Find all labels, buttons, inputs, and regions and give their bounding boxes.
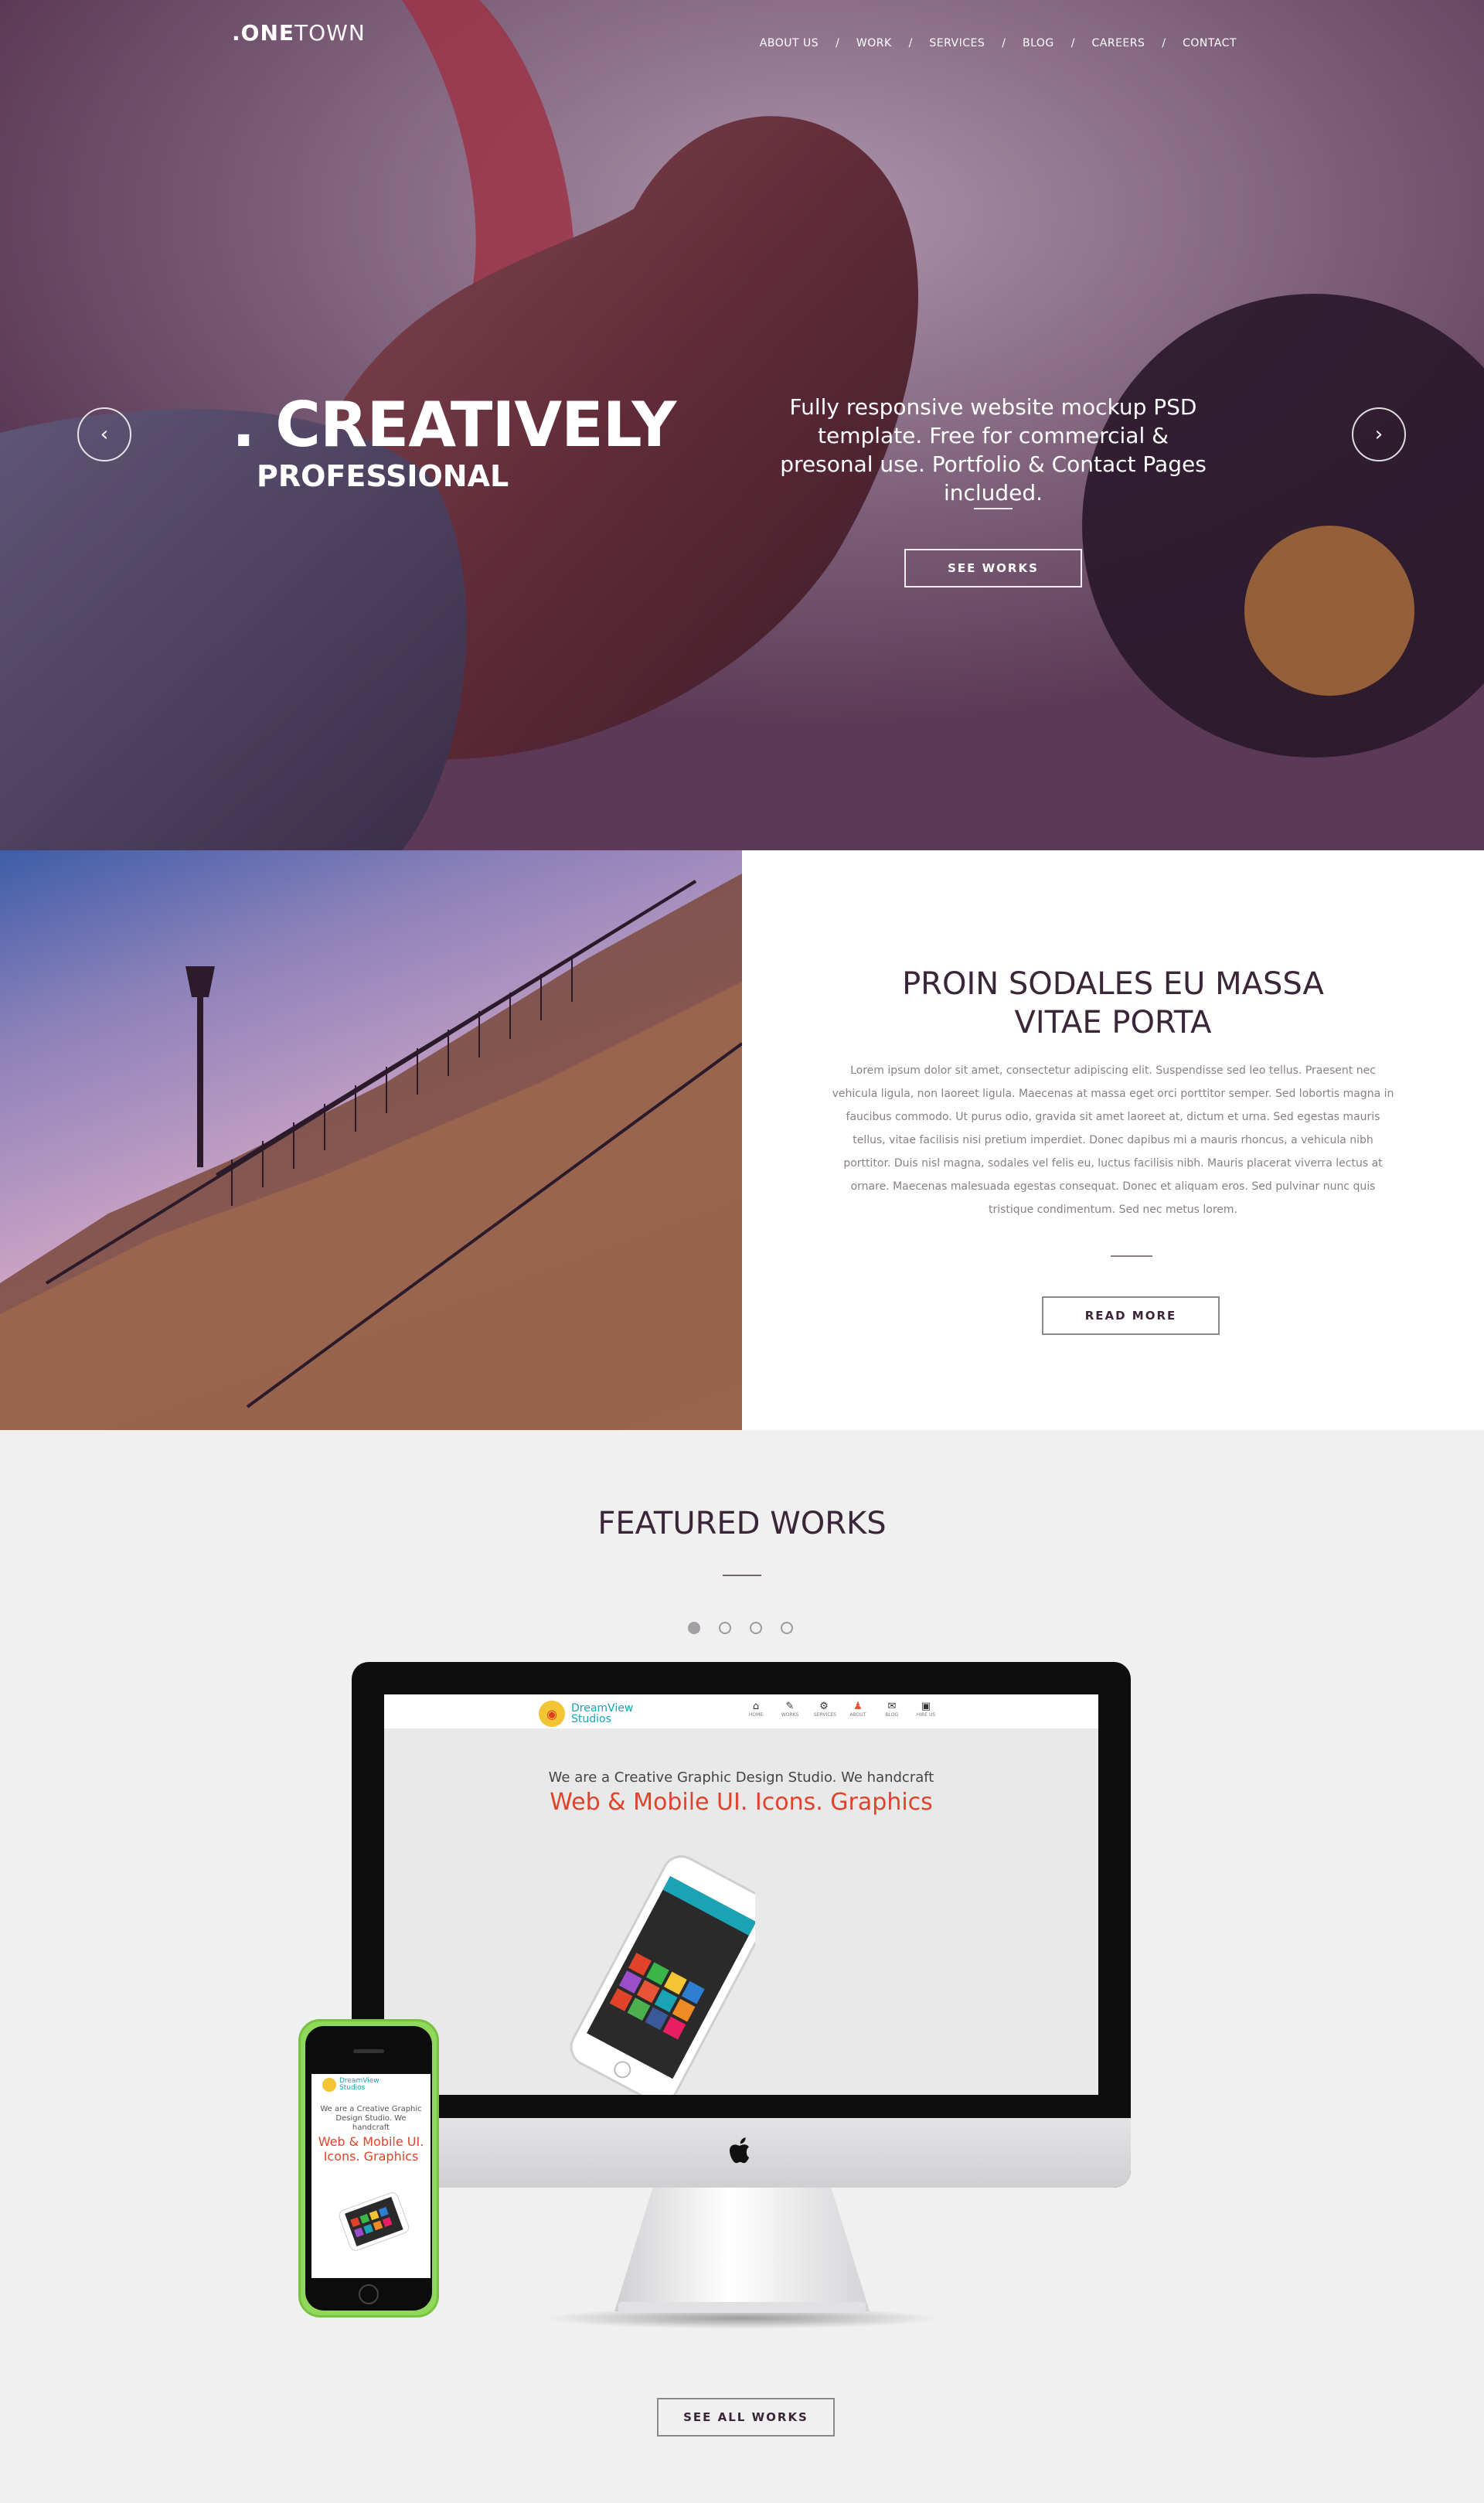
slider-dot-1[interactable] — [688, 1622, 700, 1634]
about-image — [0, 850, 742, 1430]
nav-services[interactable]: SERVICES — [929, 37, 985, 49]
mockup-nav-hire: ▣ HIRE US — [916, 1701, 936, 1718]
nav-separator: / — [1162, 37, 1166, 49]
mockup-brand-line-2: Studios — [571, 1713, 611, 1725]
mockup-intro-text: We are a Creative Graphic Design Studio.… — [548, 1769, 934, 1786]
iphone-header: DreamView Studios — [311, 2074, 431, 2096]
person-icon: ♟ — [853, 1701, 863, 1712]
about-body: Lorem ipsum dolor sit amet, consectetur … — [832, 1064, 1394, 1216]
nav-work[interactable]: WORK — [856, 37, 892, 49]
mockup-nav-works: ✎ WORKS — [780, 1701, 800, 1718]
mockup-nav: ⌂ HOME ✎ WORKS ⚙ SERVICES ♟ ABOUT ✉ BLOG ▣ HIR… — [746, 1701, 936, 1718]
nav-separator: / — [1002, 37, 1006, 49]
mockup-nav-label: BLOG — [885, 1712, 899, 1718]
read-more-button[interactable]: READ MORE — [1042, 1296, 1220, 1335]
mockup-nav-label: ABOUT — [849, 1712, 866, 1718]
nav-contact[interactable]: CONTACT — [1183, 37, 1237, 49]
mockup-nav-about: ♟ ABOUT — [848, 1701, 868, 1718]
hero-subtitle: PROFESSIONAL — [257, 459, 509, 493]
nav-separator: / — [908, 37, 913, 49]
slider-prev-button[interactable]: ‹ — [77, 407, 131, 461]
imac-screen: ◉ DreamView Studios ⌂ HOME ✎ WORKS ⚙ SERVIC… — [384, 1694, 1098, 2095]
see-all-works-button[interactable]: SEE ALL WORKS — [657, 2398, 835, 2437]
nav-separator: / — [836, 37, 839, 49]
imac-stand — [614, 2188, 870, 2311]
hero-section: .ONETOWN ABOUT US / WORK / SERVICES / BL… — [0, 0, 1484, 850]
iphone-brand-line-2: Studios — [339, 2084, 366, 2092]
staircase-illustration — [0, 873, 742, 1430]
about-title-line-1: PROIN SODALES EU MASSA — [902, 966, 1324, 1002]
logo-dot: . — [232, 20, 241, 46]
site-logo[interactable]: .ONETOWN — [232, 20, 366, 46]
mockup-nav-label: WORKS — [781, 1712, 799, 1718]
dreamview-logo-icon — [322, 2078, 336, 2092]
mockup-header: ◉ DreamView Studios ⌂ HOME ✎ WORKS ⚙ SERVIC… — [384, 1694, 1098, 1728]
mockup-nav-services: ⚙ SERVICES — [814, 1701, 837, 1718]
iphone-mockup: DreamView Studios We are a Creative Grap… — [298, 2019, 439, 2317]
logo-thin-text: TOWN — [294, 20, 366, 46]
imac-mockup: ◉ DreamView Studios ⌂ HOME ✎ WORKS ⚙ SERVIC… — [352, 1662, 1131, 2188]
mockup-brand-name: DreamView Studios — [571, 1703, 633, 1725]
mockup-nav-home: ⌂ HOME — [746, 1701, 766, 1718]
slider-dot-4[interactable] — [781, 1622, 793, 1634]
iphone-screen: DreamView Studios We are a Creative Grap… — [311, 2074, 431, 2278]
pencil-icon: ✎ — [785, 1701, 795, 1712]
iphone-headline: Web & Mobile UI. Icons. Graphics — [318, 2134, 424, 2164]
iphone-speaker — [353, 2049, 384, 2053]
slider-dot-2[interactable] — [719, 1622, 731, 1634]
slider-dots — [688, 1622, 793, 1634]
mockup-brand: ◉ DreamView Studios — [539, 1701, 633, 1727]
see-works-button[interactable]: SEE WORKS — [904, 549, 1082, 587]
nav-careers[interactable]: CAREERS — [1092, 37, 1145, 49]
dreamview-logo-icon: ◉ — [539, 1701, 565, 1727]
chevron-right-icon: › — [1374, 423, 1384, 446]
chat-icon: ✉ — [887, 1701, 897, 1712]
briefcase-icon: ▣ — [921, 1701, 931, 1712]
slider-next-button[interactable]: › — [1352, 407, 1406, 461]
hero-title: . CREATIVELY — [232, 389, 676, 461]
main-nav: ABOUT US / WORK / SERVICES / BLOG / CARE… — [760, 37, 1237, 49]
iphone-intro-text: We are a Creative Graphic Design Studio.… — [320, 2105, 422, 2132]
apple-logo-icon — [730, 2137, 750, 2164]
nav-separator: / — [1070, 37, 1075, 49]
logo-bold-text: ONE — [240, 20, 295, 46]
gear-icon: ⚙ — [819, 1701, 829, 1712]
about-title: PROIN SODALES EU MASSA VITAE PORTA — [742, 965, 1484, 1042]
iphone-brand: DreamView Studios — [339, 2078, 380, 2092]
hero-headline: . CREATIVELY PROFESSIONAL — [232, 389, 676, 493]
featured-divider — [723, 1575, 761, 1576]
chevron-left-icon: ‹ — [100, 423, 109, 446]
home-icon: ⌂ — [752, 1701, 760, 1712]
about-divider — [1111, 1255, 1152, 1257]
mockup-nav-label: HIRE US — [916, 1712, 936, 1718]
hero-tagline: Fully responsive website mockup PSD temp… — [780, 394, 1207, 506]
about-title-line-2: VITAE PORTA — [1014, 1005, 1212, 1040]
about-content: PROIN SODALES EU MASSA VITAE PORTA Lorem… — [742, 850, 1484, 1430]
mockup-headline: Web & Mobile UI. Icons. Graphics — [550, 1789, 933, 1816]
hero-divider — [974, 508, 1013, 509]
iphone-home-button — [359, 2284, 379, 2304]
slider-dot-3[interactable] — [750, 1622, 762, 1634]
imac-stand-base — [618, 2302, 866, 2313]
featured-title: FEATURED WORKS — [597, 1506, 887, 1541]
mockup-nav-blog: ✉ BLOG — [882, 1701, 902, 1718]
mini-phone-illustration — [339, 2192, 410, 2251]
mockup-nav-label: HOME — [748, 1712, 764, 1718]
white-phone-illustration — [570, 1855, 755, 2095]
nav-blog[interactable]: BLOG — [1023, 37, 1054, 49]
hero-background-image — [0, 0, 1484, 850]
nav-about-us[interactable]: ABOUT US — [760, 37, 819, 49]
mockup-nav-label: SERVICES — [814, 1712, 837, 1718]
